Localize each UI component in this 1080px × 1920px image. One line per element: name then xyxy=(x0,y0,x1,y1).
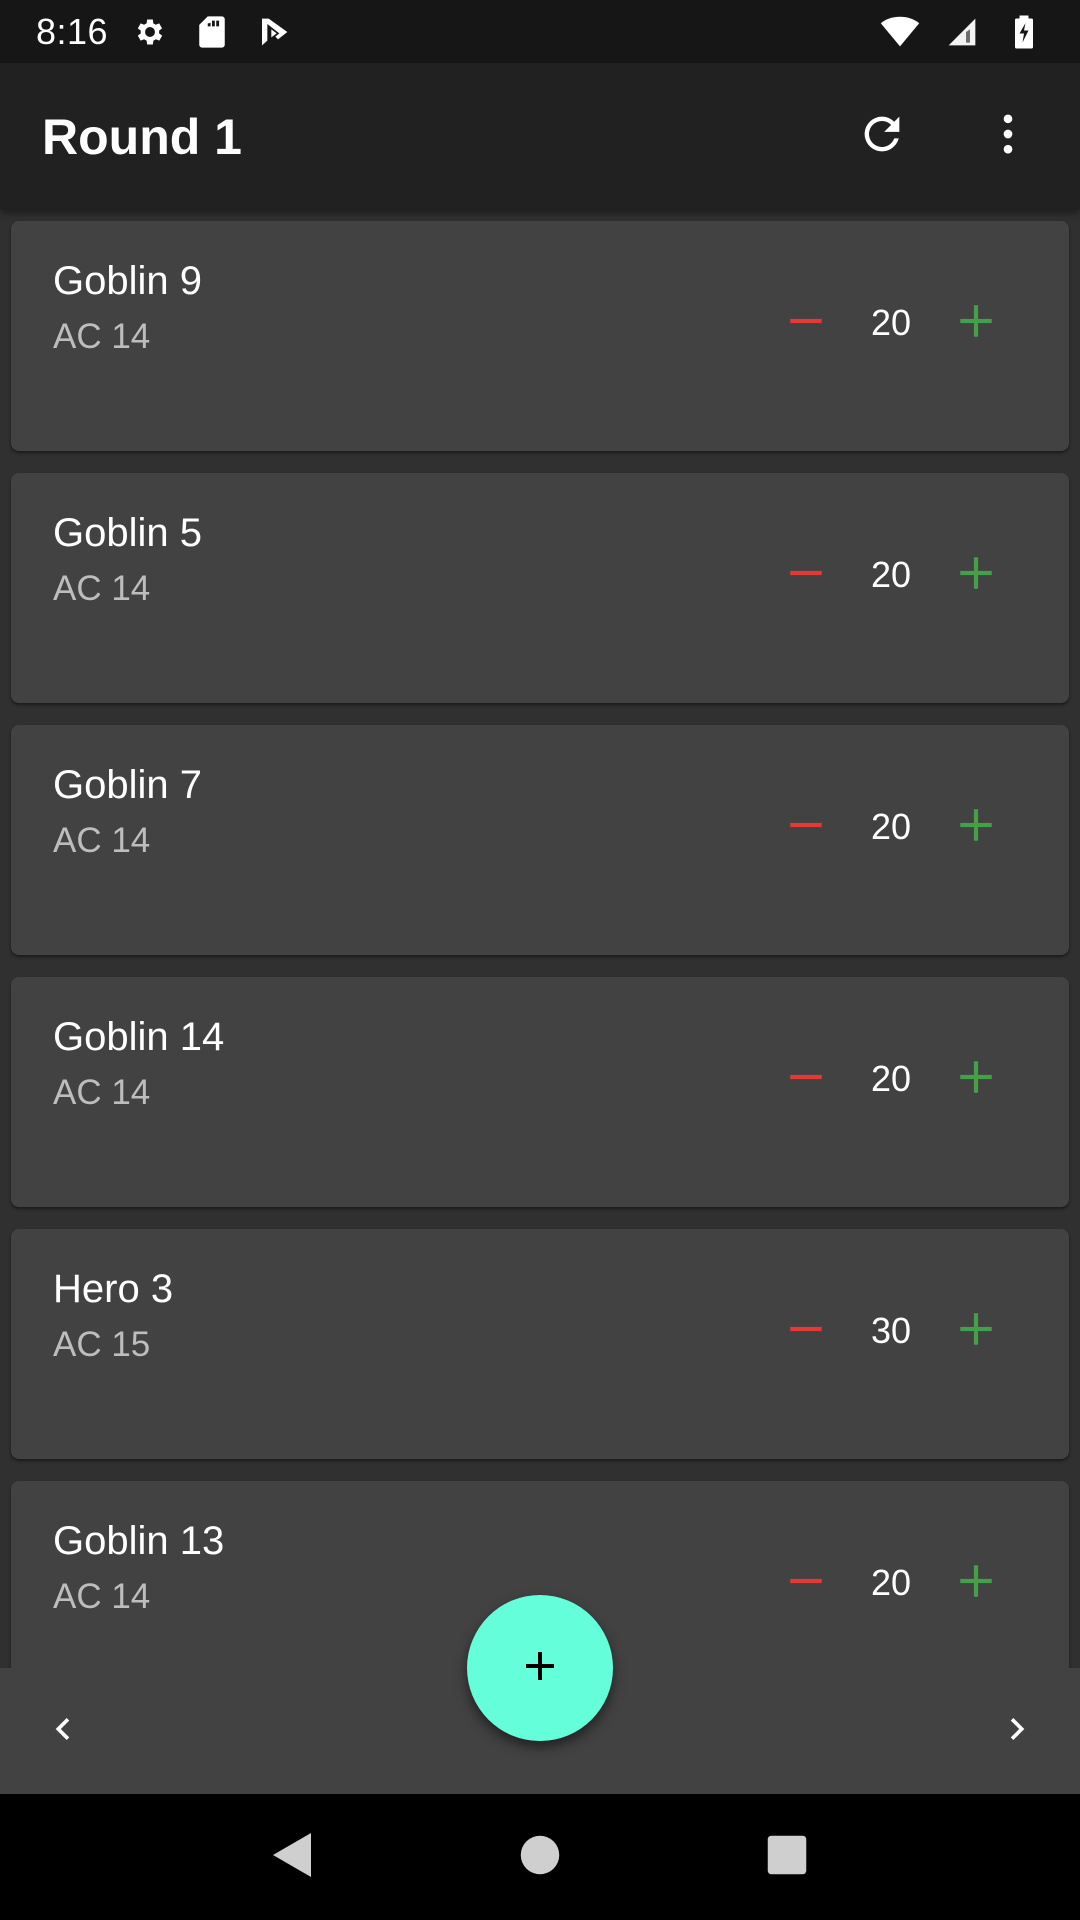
decrement-hp-button[interactable] xyxy=(766,1291,846,1371)
combatant-card[interactable]: Hero 3 AC 15 30 xyxy=(11,1229,1069,1459)
increment-hp-button[interactable] xyxy=(936,1291,1016,1371)
combatant-card[interactable]: Goblin 7 AC 14 20 xyxy=(11,725,1069,955)
hp-controls: 20 xyxy=(766,787,1016,867)
app-bar: Round 1 xyxy=(0,63,1080,210)
hp-value: 30 xyxy=(870,1310,912,1351)
combatant-name: Goblin 9 xyxy=(53,259,202,303)
minus-icon xyxy=(785,804,827,851)
home-icon xyxy=(519,1834,561,1881)
combatant-ac: AC 15 xyxy=(53,1325,151,1364)
back-icon xyxy=(269,1829,317,1886)
increment-hp-button[interactable] xyxy=(936,787,1016,867)
hp-controls: 20 xyxy=(766,1543,1016,1623)
refresh-icon xyxy=(856,108,908,165)
combatant-name: Goblin 7 xyxy=(53,763,202,807)
wifi-icon xyxy=(880,12,920,52)
decrement-hp-button[interactable] xyxy=(766,283,846,363)
plus-icon xyxy=(955,1056,997,1103)
hp-value: 20 xyxy=(870,806,912,847)
combatant-name: Hero 3 xyxy=(53,1267,174,1311)
hp-controls: 20 xyxy=(766,535,1016,615)
combatant-card[interactable]: Goblin 5 AC 14 20 xyxy=(11,473,1069,703)
page-title: Round 1 xyxy=(42,108,242,165)
next-turn-button[interactable] xyxy=(974,1688,1060,1774)
combatant-ac: AC 14 xyxy=(53,1073,151,1112)
increment-hp-button[interactable] xyxy=(936,535,1016,615)
system-home-button[interactable] xyxy=(490,1807,590,1907)
recents-icon xyxy=(766,1834,808,1881)
decrement-hp-button[interactable] xyxy=(766,1039,846,1119)
combatant-card[interactable]: Goblin 14 AC 14 20 xyxy=(11,977,1069,1207)
combatant-ac: AC 14 xyxy=(53,1577,151,1616)
add-icon xyxy=(516,1642,564,1695)
chevron-left-icon xyxy=(41,1707,85,1756)
minus-icon xyxy=(785,1560,827,1607)
plus-icon xyxy=(955,1308,997,1355)
combatant-name: Goblin 5 xyxy=(53,511,202,555)
plus-icon xyxy=(955,1560,997,1607)
more-vert-icon xyxy=(982,108,1034,165)
status-time: 8:16 xyxy=(36,10,109,52)
more-options-button[interactable] xyxy=(960,89,1056,185)
hp-controls: 30 xyxy=(766,1291,1016,1371)
combatant-name: Goblin 14 xyxy=(53,1015,225,1059)
combatant-list[interactable]: Goblin 9 AC 14 20 Goblin 5 AC 14 20 Gobl… xyxy=(0,210,1080,1668)
status-right xyxy=(880,12,1044,52)
play-store-icon xyxy=(254,12,294,52)
minus-icon xyxy=(785,1308,827,1355)
plus-icon xyxy=(955,804,997,851)
combatant-ac: AC 14 xyxy=(53,821,151,860)
increment-hp-button[interactable] xyxy=(936,283,1016,363)
settings-icon xyxy=(130,12,170,52)
combatant-ac: AC 14 xyxy=(53,317,151,356)
system-recents-button[interactable] xyxy=(737,1807,837,1907)
hp-value: 20 xyxy=(870,1562,912,1603)
decrement-hp-button[interactable] xyxy=(766,535,846,615)
combatant-name: Goblin 13 xyxy=(53,1519,225,1563)
system-back-button[interactable] xyxy=(243,1807,343,1907)
increment-hp-button[interactable] xyxy=(936,1039,1016,1119)
hp-controls: 20 xyxy=(766,283,1016,363)
battery-charging-icon xyxy=(1004,12,1044,52)
previous-turn-button[interactable] xyxy=(20,1688,106,1774)
status-bar: 8:16 xyxy=(0,0,1080,63)
sd-card-icon xyxy=(192,12,232,52)
hp-controls: 20 xyxy=(766,1039,1016,1119)
refresh-button[interactable] xyxy=(834,89,930,185)
system-navigation-bar xyxy=(0,1794,1080,1920)
signal-icon xyxy=(942,12,982,52)
add-combatant-button[interactable] xyxy=(467,1595,613,1741)
minus-icon xyxy=(785,300,827,347)
chevron-right-icon xyxy=(995,1707,1039,1756)
decrement-hp-button[interactable] xyxy=(766,787,846,867)
plus-icon xyxy=(955,552,997,599)
minus-icon xyxy=(785,552,827,599)
hp-value: 20 xyxy=(870,1058,912,1099)
minus-icon xyxy=(785,1056,827,1103)
plus-icon xyxy=(955,300,997,347)
combatant-card[interactable]: Goblin 9 AC 14 20 xyxy=(11,221,1069,451)
hp-value: 20 xyxy=(870,302,912,343)
combatant-ac: AC 14 xyxy=(53,569,151,608)
hp-value: 20 xyxy=(870,554,912,595)
increment-hp-button[interactable] xyxy=(936,1543,1016,1623)
decrement-hp-button[interactable] xyxy=(766,1543,846,1623)
status-left: 8:16 xyxy=(36,11,294,53)
